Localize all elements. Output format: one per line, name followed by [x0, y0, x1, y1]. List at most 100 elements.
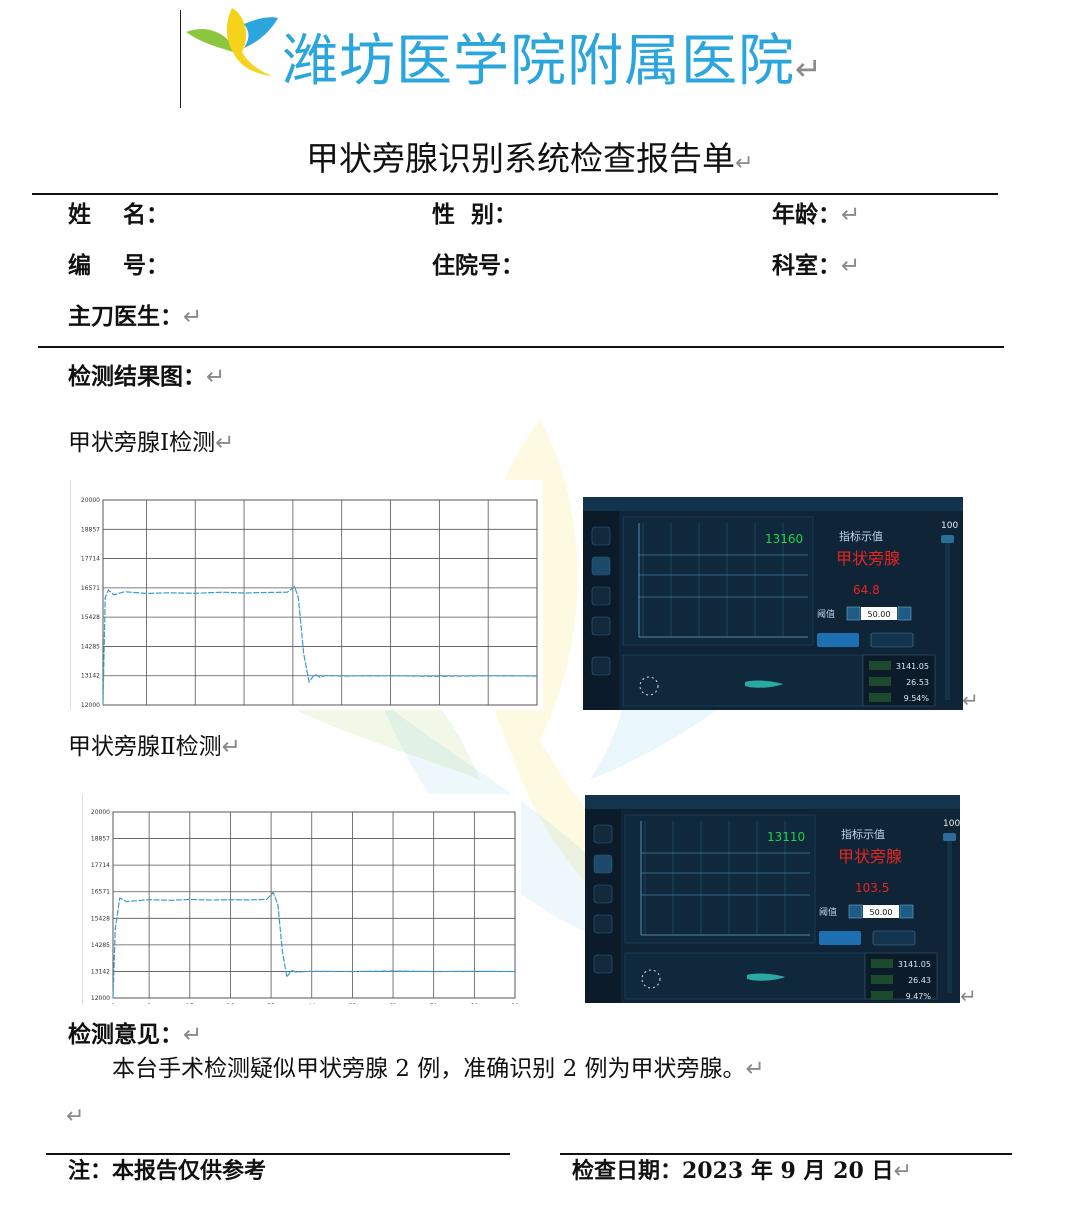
device-screen-svg: 13110 指标示值甲状旁腺 103.5 阈值 50.00 100 3141.05 26.43… [585, 795, 960, 1003]
dept-field: 科室：↵ [772, 252, 861, 279]
x-tick-label: 89 [511, 1003, 519, 1004]
detect1-title: 甲状旁腺Ⅰ检测↵ [68, 430, 235, 456]
sidebar-nav-icon [591, 556, 611, 576]
stat-value: 3141.05 [896, 662, 929, 671]
x-tick-label: 8 [147, 1003, 151, 1004]
detect1-line-chart: 0817263544536271801200013142142851542816… [81, 497, 541, 717]
vertical-level-track [945, 537, 950, 700]
y-tick-label: 15428 [81, 614, 100, 621]
age-field: 年龄：↵ [772, 201, 861, 228]
detect2-device-screen: 13110 指标示值 甲状旁腺 103.5 阈值 50.00 100 3141.05 26.43… [585, 795, 960, 1003]
probe-panel [624, 952, 866, 1000]
indicator-name: 甲状旁腺 [838, 847, 902, 866]
y-tick-label: 20000 [81, 497, 100, 504]
return-mark-1: ↵ [962, 688, 979, 712]
y-tick-label: 13142 [91, 968, 110, 975]
stat-label-chip [871, 959, 893, 968]
vertical-level-handle [941, 535, 954, 543]
x-tick-label: 17 [186, 1003, 194, 1004]
device-screen-svg: 13160 指标示值甲状旁腺 64.8 阈值 50.00 100 3141.05 26.53 9… [583, 497, 963, 710]
threshold-value: 50.00 [868, 610, 891, 619]
plot-area [112, 811, 516, 999]
x-tick-label: 44 [308, 1003, 316, 1004]
return-mark-3: ↵ [66, 1104, 85, 1129]
sidebar-nav-icon [593, 854, 613, 874]
scale-max-label: 100 [941, 521, 958, 531]
stat-label-chip [871, 991, 893, 1000]
y-tick-label: 17714 [91, 862, 110, 869]
plot-area [102, 499, 538, 706]
detect2-line-chart: 0 8 17 26 35 44 53 62 71 80 89 12000 13142 14285 15428… [91, 809, 519, 1010]
return-mark-2: ↵ [960, 984, 977, 1008]
detect2-chart: 0 8 17 26 35 44 53 62 71 80 89 12000 13142 14285 15428… [82, 794, 521, 1010]
x-tick-label: 71 [430, 1003, 438, 1004]
y-tick-label: 15428 [91, 915, 110, 922]
vertical-level-handle [943, 833, 956, 841]
threshold-decrease-button [846, 606, 861, 621]
stat-value: 9.47% [906, 992, 932, 1001]
detect1-device-screen: 13160 指标示值 甲状旁腺 64.8 阈值 50.00 100 3141.05 26.53 9… [583, 497, 963, 710]
start-button [819, 931, 861, 945]
indicator-label: 指标示值 [841, 827, 885, 841]
mid-rule [38, 346, 1004, 348]
hospital-name: 潍坊医学院附属医院↵ [282, 29, 823, 94]
opinion-text: 本台手术检测疑似甲状旁腺 2 例，准确识别 2 例为甲状旁腺。↵ [112, 1056, 765, 1082]
screen-green-value: 13110 [767, 830, 805, 844]
export-button [870, 632, 914, 648]
screen-title-bar [583, 497, 963, 511]
opinion-title: 检测意见：↵ [68, 1021, 203, 1048]
sidebar-nav-icon [593, 884, 613, 904]
y-tick-label: 12000 [81, 702, 100, 709]
stat-value: 9.54% [904, 694, 930, 703]
vertical-level-track [947, 835, 952, 993]
footer-date: 检查日期：2023 年 9 月 20 日↵ [572, 1158, 912, 1184]
report-title: 甲状旁腺识别系统检查报告单↵ [306, 139, 754, 178]
stat-label-chip [871, 975, 893, 984]
y-tick-label: 18857 [81, 526, 100, 533]
threshold-increase-button [897, 606, 912, 621]
logo-blue-leaf [244, 17, 278, 48]
y-tick-label: 14285 [81, 643, 100, 650]
y-tick-label: 14285 [91, 942, 110, 949]
stat-label-chip [869, 677, 891, 686]
gender-field: 性 别： [432, 201, 518, 228]
sidebar-nav-icon [593, 954, 613, 974]
surgeon-field: 主刀医生：↵ [68, 303, 203, 330]
x-tick-label: 0 [111, 1003, 115, 1004]
screen-green-value: 13160 [765, 532, 803, 546]
probe-panel [622, 654, 864, 707]
screen-title-bar [585, 795, 960, 809]
stat-label-chip [869, 693, 891, 702]
threshold-increase-button [899, 904, 914, 919]
x-tick-label: 53 [349, 1003, 357, 1004]
y-tick-label: 17714 [81, 556, 100, 563]
footer-note: 注：本报告仅供参考 [68, 1158, 267, 1184]
x-tick-label: 62 [389, 1003, 397, 1004]
x-tick-label: 35 [267, 1003, 275, 1004]
sidebar-nav-icon [591, 586, 611, 606]
stat-value: 3141.05 [898, 960, 931, 969]
indicator-label: 指标示值 [839, 529, 883, 543]
sidebar-nav-icon [591, 616, 611, 636]
footer-rule-left [46, 1153, 510, 1155]
x-tick-label: 26 [227, 1003, 235, 1004]
result-title: 检测结果图：↵ [68, 363, 226, 390]
sidebar-nav-icon [593, 824, 613, 844]
x-tick-label: 80 [471, 1003, 479, 1004]
sidebar-nav-icon [593, 914, 613, 934]
indicator-name: 甲状旁腺 [836, 549, 900, 568]
sidebar-nav-icon [591, 656, 611, 676]
stat-value: 26.43 [908, 976, 931, 985]
start-button [817, 633, 859, 647]
y-tick-label: 12000 [91, 995, 110, 1002]
export-button [872, 930, 916, 946]
y-tick-label: 16571 [91, 889, 110, 896]
stat-label-chip [869, 661, 891, 670]
scale-max-label: 100 [943, 819, 960, 829]
y-tick-label: 20000 [91, 809, 110, 816]
logo-divider [180, 10, 181, 108]
top-rule [32, 193, 998, 195]
threshold-value: 50.00 [870, 908, 893, 917]
detect2-title: 甲状旁腺Ⅱ检测↵ [68, 734, 241, 760]
name-field: 姓 名： [68, 201, 170, 228]
